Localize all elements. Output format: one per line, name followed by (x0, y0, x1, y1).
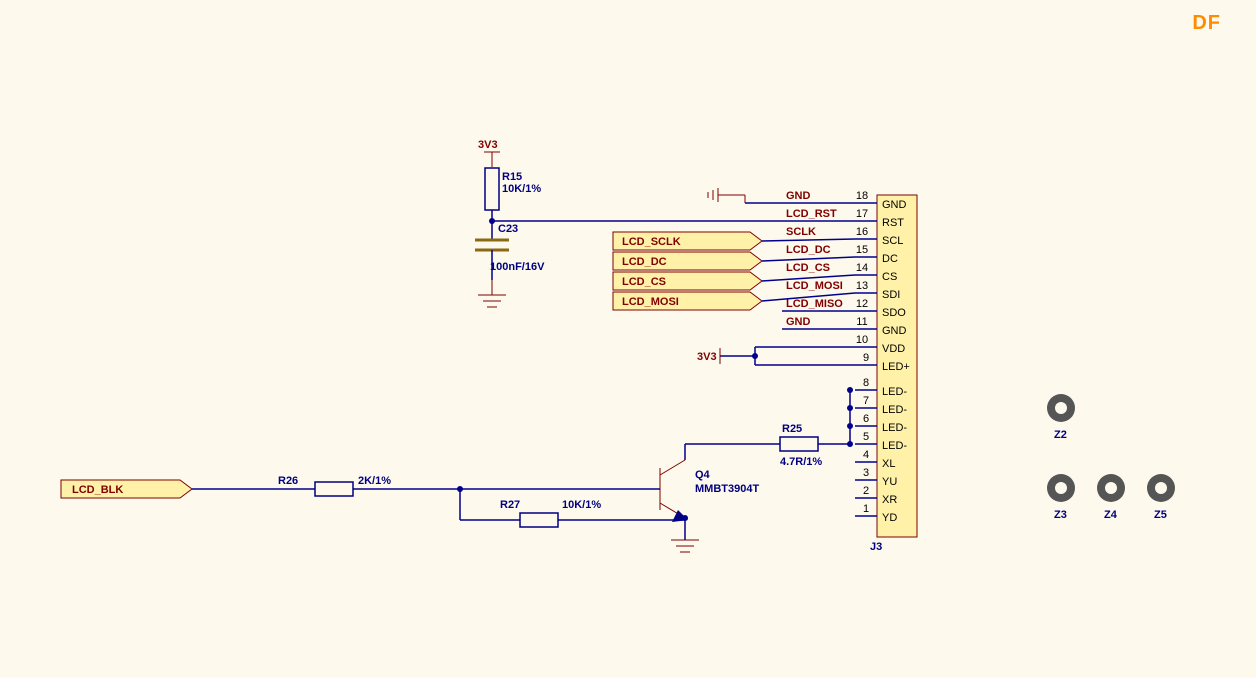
hole-z3: Z3 (1047, 474, 1075, 521)
svg-text:1: 1 (863, 503, 869, 515)
svg-text:LCD_MOSI: LCD_MOSI (622, 296, 679, 308)
svg-text:LCD_SCLK: LCD_SCLK (622, 236, 681, 248)
hole-z2: Z2 (1047, 394, 1075, 441)
svg-text:LCD_BLK: LCD_BLK (72, 484, 123, 496)
svg-text:4: 4 (863, 449, 869, 461)
net-gnd1: GND (786, 190, 811, 202)
svg-text:8: 8 (863, 377, 869, 389)
svg-text:11: 11 (856, 316, 867, 328)
net-lcd-cs: LCD_CS (786, 262, 830, 274)
net-gnd2: GND (786, 316, 811, 328)
net-lcd-mosi: LCD_MOSI (786, 280, 843, 292)
svg-text:Z5: Z5 (1154, 509, 1167, 521)
svg-text:Z4: Z4 (1104, 509, 1118, 521)
svg-text:GND: GND (882, 199, 907, 211)
r26: R26 2K/1% (192, 475, 630, 496)
svg-text:16: 16 (856, 226, 868, 238)
netlabel-lcd-sclk: LCD_SCLK (613, 232, 762, 250)
svg-text:SCL: SCL (882, 235, 903, 247)
svg-text:100nF/16V: 100nF/16V (490, 261, 545, 273)
svg-text:Q4: Q4 (695, 469, 711, 481)
svg-text:LED-: LED- (882, 422, 907, 434)
svg-text:18: 18 (856, 190, 868, 202)
svg-text:14: 14 (856, 262, 868, 274)
netlabel-lcd-mosi: LCD_MOSI (613, 292, 762, 310)
svg-text:LED-: LED- (882, 404, 907, 416)
svg-text:7: 7 (863, 395, 869, 407)
gnd-symbol-top (708, 188, 745, 203)
svg-text:R26: R26 (278, 475, 298, 487)
r25: R25 4.7R/1% (700, 387, 853, 468)
svg-text:VDD: VDD (882, 343, 905, 355)
svg-text:GND: GND (882, 325, 907, 337)
svg-text:10: 10 (856, 334, 868, 346)
svg-text:12: 12 (856, 298, 868, 310)
hole-z4: Z4 (1097, 474, 1125, 521)
net-lcd-miso: LCD_MISO (786, 298, 843, 310)
svg-text:3V3: 3V3 (478, 139, 498, 151)
svg-text:LCD_CS: LCD_CS (622, 276, 666, 288)
svg-text:LED-: LED- (882, 386, 907, 398)
svg-text:DC: DC (882, 253, 898, 265)
svg-text:SDI: SDI (882, 289, 900, 301)
svg-text:CS: CS (882, 271, 897, 283)
svg-text:C23: C23 (498, 223, 518, 235)
power-3v3-top: 3V3 (478, 139, 500, 167)
net-lcd-rst: LCD_RST (786, 208, 837, 220)
svg-text:R15: R15 (502, 171, 522, 183)
power-3v3-vdd: 3V3 (697, 347, 855, 365)
svg-text:17: 17 (856, 208, 868, 220)
hole-z5: Z5 (1147, 474, 1175, 521)
svg-text:9: 9 (863, 352, 869, 364)
svg-text:2: 2 (863, 485, 869, 497)
schematic-canvas: 18 GND 17 RST 16 SCL 15 DC 14 CS 13 SDI … (0, 0, 1256, 678)
svg-text:R25: R25 (782, 423, 802, 435)
svg-text:Z2: Z2 (1054, 429, 1067, 441)
netlabel-lcd-cs: LCD_CS (613, 272, 762, 290)
r15: R15 10K/1% (485, 168, 541, 221)
svg-text:LED+: LED+ (882, 361, 910, 373)
gnd-c23 (478, 280, 506, 307)
svg-text:LED-: LED- (882, 440, 907, 452)
svg-text:3: 3 (863, 467, 869, 479)
svg-text:MMBT3904T: MMBT3904T (695, 483, 759, 495)
svg-text:LCD_DC: LCD_DC (622, 256, 667, 268)
svg-text:YU: YU (882, 476, 897, 488)
net-sclk: SCLK (786, 226, 816, 238)
q4: Q4 MMBT3904T (630, 444, 759, 540)
svg-text:4.7R/1%: 4.7R/1% (780, 456, 822, 468)
svg-text:6: 6 (863, 413, 869, 425)
svg-text:10K/1%: 10K/1% (562, 499, 601, 511)
svg-text:RST: RST (882, 217, 904, 229)
svg-text:3V3: 3V3 (697, 351, 717, 363)
svg-text:5: 5 (863, 431, 869, 443)
svg-text:10K/1%: 10K/1% (502, 183, 541, 195)
svg-text:YD: YD (882, 512, 897, 524)
svg-text:2K/1%: 2K/1% (358, 475, 391, 487)
connector-ref: J3 (870, 541, 882, 553)
netlabel-lcd-dc: LCD_DC (613, 252, 762, 270)
svg-text:Z3: Z3 (1054, 509, 1067, 521)
svg-text:XL: XL (882, 458, 895, 470)
net-lcd-dc: LCD_DC (786, 244, 831, 256)
r27: R27 10K/1% (500, 499, 685, 527)
svg-text:XR: XR (882, 494, 897, 506)
svg-text:R27: R27 (500, 499, 520, 511)
svg-text:13: 13 (856, 280, 868, 292)
gnd-q4 (671, 540, 699, 552)
svg-text:15: 15 (856, 244, 868, 256)
svg-text:SDO: SDO (882, 307, 906, 319)
c23: C23 100nF/16V (475, 221, 545, 280)
netlabel-lcd-blk: LCD_BLK (61, 480, 192, 498)
